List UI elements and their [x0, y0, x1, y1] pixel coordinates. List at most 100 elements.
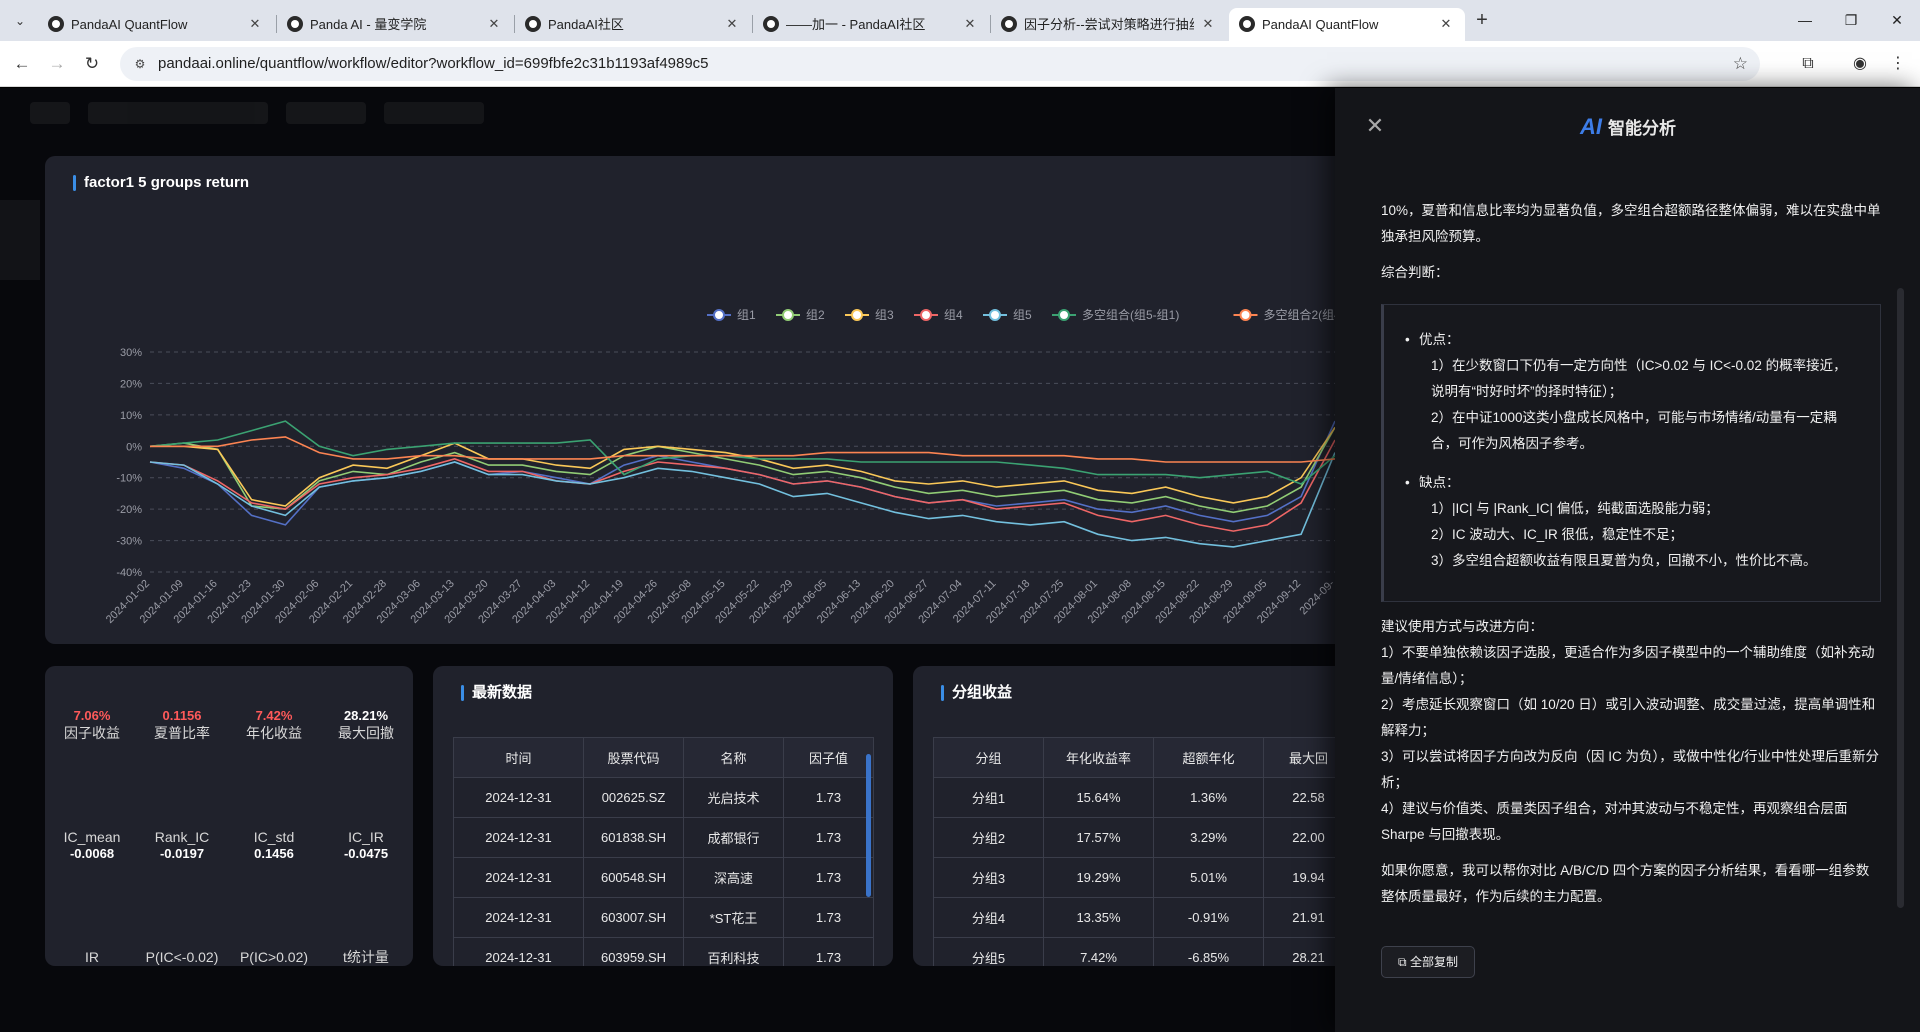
legend-label: 组3 [875, 308, 894, 322]
table-row[interactable]: 2024-12-31 603959.SH 百利科技 1.73 [453, 937, 874, 966]
browser-tab-2[interactable]: Panda AI - 量变学院 ✕ [277, 8, 513, 41]
drawer-scrollbar[interactable] [1897, 288, 1904, 908]
metric-value: 0.1456 [254, 846, 294, 861]
panda-favicon-icon [48, 16, 64, 32]
legend-marker [989, 309, 1001, 321]
suggest-item: 2）考虑延长观察窗口（如 10/20 日）或引入波动调整、成交量过滤，提高单调性… [1381, 697, 1876, 738]
table-row[interactable]: 分组4 13.35% -0.91% 21.91 [933, 897, 1354, 938]
reload-icon[interactable]: ↻ [80, 52, 104, 76]
column-header[interactable]: 因子值 [783, 737, 874, 778]
metric-label: 因子收益 [64, 725, 120, 741]
column-header[interactable]: 分组 [933, 737, 1044, 778]
new-tab-icon[interactable]: + [1471, 9, 1493, 31]
table-cell: 1.73 [783, 777, 874, 818]
back-arrow-icon[interactable]: ← [10, 52, 34, 76]
column-header[interactable]: 时间 [453, 737, 584, 778]
metric-item: IC_mean -0.0068 [47, 828, 137, 862]
app-top-nav [30, 102, 530, 132]
address-bar[interactable]: ⚙ pandaai.online/quantflow/workflow/edit… [120, 47, 1760, 81]
metric-label: IC_std [253, 829, 295, 845]
forward-arrow-icon[interactable]: → [45, 52, 69, 76]
table-scrollbar[interactable] [866, 754, 871, 897]
table-header-row: 分组 年化收益率 超额年化 最大回 [933, 737, 1354, 778]
panda-favicon-icon [287, 16, 303, 32]
table-cell: 深高速 [683, 857, 784, 898]
pros-item: 1）在少数窗口下仍有一定方向性（IC>0.02 与 IC<-0.02 的概率接近… [1431, 358, 1847, 399]
y-tick-label: -30% [116, 536, 142, 548]
site-info-icon[interactable]: ⚙ [132, 56, 148, 72]
drawer-title-text: 智能分析 [1608, 119, 1676, 138]
table-row[interactable]: 分组1 15.64% 1.36% 22.58 [933, 777, 1354, 818]
extensions-icon[interactable]: ⧉ [1796, 52, 1820, 76]
ai-analysis-text: 10%，夏普和信息比率均为显著负值，多空组合超额路径整体偏弱，难以在实盘中单独承… [1381, 198, 1881, 286]
group-return-card: 分组收益 分组 年化收益率 超额年化 最大回 分组1 15.64% 1.36% 22.58 分组… [913, 666, 1373, 966]
bookmark-star-icon[interactable]: ☆ [1733, 54, 1748, 74]
table-cell: 600548.SH [583, 857, 684, 898]
table-row[interactable]: 2024-12-31 600548.SH 深高速 1.73 [453, 857, 874, 898]
latest-data-card: 最新数据 时间 股票代码 名称 因子值 2024-12-31 002625.SZ 光启技术 1… [433, 666, 893, 966]
restore-icon[interactable]: ❐ [1828, 8, 1874, 32]
y-tick-label: 20% [120, 378, 142, 390]
copy-all-button[interactable]: ⧉ 全部复制 [1381, 946, 1475, 978]
cons-item: 2）IC 波动大、IC_IR 很低，稳定性不足； [1431, 527, 1684, 542]
metrics-card: 7.06% 因子收益 0.1156 夏普比率 7.42% 年化收益 28.21% 最大回撤 IC… [45, 666, 413, 966]
table-row[interactable]: 2024-12-31 603007.SH *ST花王 1.73 [453, 897, 874, 938]
metric-label: 最大回撤 [338, 725, 394, 741]
column-header[interactable]: 股票代码 [583, 737, 684, 778]
table-row[interactable]: 2024-12-31 002625.SZ 光启技术 1.73 [453, 777, 874, 818]
close-tab-icon[interactable]: ✕ [1437, 15, 1455, 33]
table-cell: 603959.SH [583, 937, 684, 966]
tab-search-icon[interactable]: ⌄ [9, 10, 31, 32]
close-tab-icon[interactable]: ✕ [1199, 15, 1217, 33]
table-cell: 15.64% [1043, 777, 1154, 818]
close-tab-icon[interactable]: ✕ [961, 15, 979, 33]
browser-tab-3[interactable]: PandaAI社区 ✕ [515, 8, 751, 41]
browser-tab-5[interactable]: 因子分析--尝试对策略进行抽丝… ✕ [991, 8, 1227, 41]
table-cell: 分组2 [933, 817, 1044, 858]
table-cell: 1.36% [1153, 777, 1264, 818]
pros-item: 2）在中证1000这类小盘成长风格中，可能与市场情绪/动量有一定耦合，可作为风格… [1431, 410, 1837, 451]
table-row[interactable]: 2024-12-31 601838.SH 成都银行 1.73 [453, 817, 874, 858]
close-tab-icon[interactable]: ✕ [246, 15, 264, 33]
metric-label: IR [85, 949, 99, 965]
url-text[interactable]: pandaai.online/quantflow/workflow/editor… [158, 55, 709, 73]
browser-tab-6-active[interactable]: PandaAI QuantFlow ✕ [1229, 8, 1465, 41]
column-header[interactable]: 年化收益率 [1043, 737, 1154, 778]
ai-closing-paragraph: 如果你愿意，我可以帮你对比 A/B/C/D 四个方案的因子分析结果，看看哪一组参… [1381, 863, 1870, 904]
column-header[interactable]: 超额年化 [1153, 737, 1264, 778]
menu-kebab-icon[interactable]: ⋮ [1886, 52, 1910, 76]
table-row[interactable]: 分组3 19.29% 5.01% 19.94 [933, 857, 1354, 898]
metric-item: 7.42% 年化收益 [229, 708, 319, 742]
legend-marker [1058, 309, 1070, 321]
tab-title: PandaAI QuantFlow [1262, 17, 1379, 32]
group-return-chart[interactable]: 30%20%10%0%-10%-20%-30%-40%2024-01-02202… [45, 156, 1345, 644]
browser-tab-4[interactable]: ——加一 - PandaAI社区 ✕ [753, 8, 989, 41]
ai-judgement-block: 优点： 1）在少数窗口下仍有一定方向性（IC>0.02 与 IC<-0.02 的… [1381, 304, 1881, 602]
drawer-title: AI 智能分析 [1580, 115, 1676, 141]
close-window-icon[interactable]: ✕ [1874, 8, 1920, 32]
legend-label: 组4 [944, 308, 963, 322]
panda-favicon-icon [1239, 16, 1255, 32]
legend-marker [920, 309, 932, 321]
legend-label: 组1 [737, 308, 756, 322]
table-cell: -6.85% [1153, 937, 1264, 966]
close-tab-icon[interactable]: ✕ [485, 15, 503, 33]
latest-data-table: 时间 股票代码 名称 因子值 2024-12-31 002625.SZ 光启技术 1.73 20… [453, 737, 874, 966]
column-header[interactable]: 名称 [683, 737, 784, 778]
legend-label: 多空组合(组5-组1) [1082, 307, 1179, 322]
table-row[interactable]: 分组5 7.42% -6.85% 28.21 [933, 937, 1354, 966]
close-tab-icon[interactable]: ✕ [723, 15, 741, 33]
minimize-icon[interactable]: — [1782, 8, 1828, 32]
table-cell: 1.73 [783, 857, 874, 898]
y-tick-label: -10% [116, 473, 142, 485]
table-cell: 分组1 [933, 777, 1044, 818]
browser-tab-1[interactable]: PandaAI QuantFlow ✕ [38, 8, 274, 41]
table-cell: 5.01% [1153, 857, 1264, 898]
metric-label: P(IC>0.02) [239, 949, 309, 965]
series-line [149, 452, 1336, 548]
profile-icon[interactable]: ◉ [1848, 52, 1872, 76]
table-row[interactable]: 分组2 17.57% 3.29% 22.00 [933, 817, 1354, 858]
table-cell: 分组3 [933, 857, 1044, 898]
close-icon[interactable]: ✕ [1365, 115, 1385, 137]
panda-favicon-icon [525, 16, 541, 32]
